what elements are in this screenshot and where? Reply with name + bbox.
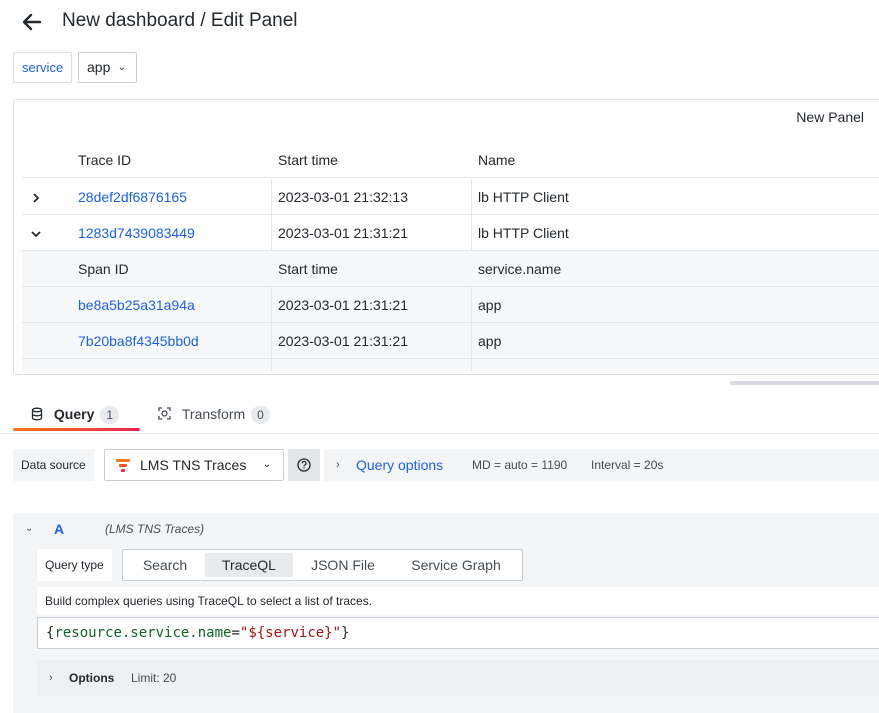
column-header-trace-id: Trace ID [78, 152, 132, 168]
span-table-header: Span ID Start time service.name [22, 251, 879, 287]
query-type-search[interactable]: Search [131, 553, 199, 577]
variable-value: app [87, 59, 111, 75]
span-start-time: 2023-03-01 21:31:21 [278, 333, 408, 349]
chevron-right-icon: › [336, 459, 340, 471]
database-icon [30, 406, 48, 422]
query-row-header[interactable]: ⌄ A (LMS TNS Traces) [13, 513, 879, 545]
panel-preview: New Panel Trace ID Start time Name 28def… [13, 99, 879, 375]
span-id-link[interactable]: be8a5b25a31a94a [78, 287, 195, 323]
query-type-label: Query type [37, 549, 112, 581]
trace-table-header: Trace ID Start time Name [22, 142, 879, 178]
options-limit: Limit: 20 [131, 671, 177, 685]
table-row: 28def2df6876165 2023-03-01 21:32:13 lb H… [22, 179, 879, 215]
column-header-span-start-time: Start time [278, 261, 338, 277]
chevron-down-icon: ⌄ [117, 62, 126, 73]
datasource-picker[interactable]: LMS TNS Traces ⌄ [104, 449, 284, 481]
table-row-partial [22, 359, 879, 371]
datasource-name: LMS TNS Traces [140, 457, 247, 473]
query-options-toggle[interactable]: › Query options MD = auto = 1190 Interva… [324, 449, 879, 481]
tab-transform-count: 0 [251, 406, 270, 424]
trace-start-time: 2023-03-01 21:31:21 [278, 225, 408, 241]
max-data-points: MD = auto = 1190 [472, 458, 568, 472]
active-tab-indicator [13, 428, 140, 431]
chevron-down-icon[interactable]: ⌄ [25, 513, 33, 545]
query-key: resource.service.name [54, 625, 232, 641]
datasource-label: Data source [13, 449, 94, 481]
query-type-radio-group: Search TraceQL JSON File Service Graph [122, 549, 523, 581]
question-circle-icon [297, 458, 311, 472]
column-header-service-name: service.name [478, 261, 562, 277]
tempo-logo-icon [115, 457, 131, 476]
query-type-service-graph[interactable]: Service Graph [395, 553, 517, 577]
trace-name: lb HTTP Client [478, 225, 569, 241]
chevron-right-icon: › [49, 672, 53, 684]
chevron-down-icon[interactable] [28, 215, 44, 251]
options-toggle[interactable]: › Options Limit: 20 [37, 660, 879, 696]
column-header-span-id: Span ID [78, 261, 129, 277]
column-header-name: Name [478, 152, 516, 168]
tab-query-count: 1 [100, 406, 120, 424]
page-title: New dashboard / Edit Panel [62, 10, 298, 31]
span-service-name: app [478, 333, 502, 349]
span-service-name: app [478, 297, 502, 313]
column-header-start-time: Start time [278, 152, 338, 168]
traceql-help-text: Build complex queries using TraceQL to s… [37, 587, 879, 615]
tab-transform[interactable]: Transform 0 [157, 398, 270, 431]
table-row: 7b20ba8f4345bb0d 2023-03-01 21:31:21 app [22, 323, 879, 359]
options-label: Options [69, 671, 115, 685]
datasource-help-button[interactable] [288, 449, 320, 481]
interval: Interval = 20s [591, 458, 664, 472]
back-arrow-icon[interactable] [20, 10, 44, 34]
variable-label-service: service [13, 52, 73, 83]
query-letter[interactable]: A [54, 513, 64, 545]
query-datasource: (LMS TNS Traces) [105, 522, 205, 536]
span-start-time: 2023-03-01 21:31:21 [278, 297, 408, 313]
span-id-link[interactable]: 7b20ba8f4345bb0d [78, 323, 199, 359]
panel-title: New Panel [796, 109, 864, 125]
variable-select-service[interactable]: app ⌄ [78, 52, 137, 83]
tab-query[interactable]: Query 1 [30, 398, 120, 431]
tab-query-label: Query [53, 406, 95, 422]
traceql-editor[interactable]: {resource.service.name="${service}"} [37, 617, 879, 649]
query-type-json-file[interactable]: JSON File [299, 553, 387, 577]
query-value: "${service}" [239, 625, 342, 641]
tab-transform-label: Transform [181, 406, 246, 422]
trace-id-link[interactable]: 28def2df6876165 [78, 179, 187, 215]
trace-start-time: 2023-03-01 21:32:13 [278, 189, 408, 205]
chevron-down-icon: ⌄ [262, 459, 271, 470]
horizontal-scrollbar[interactable] [730, 381, 879, 385]
editor-tabs: Query 1 Transform 0 [0, 398, 879, 434]
trace-name: lb HTTP Client [478, 189, 569, 205]
trace-id-link[interactable]: 1283d7439083449 [78, 215, 195, 251]
query-options-label: Query options [356, 457, 444, 473]
transform-icon [157, 406, 176, 422]
query-type-traceql[interactable]: TraceQL [205, 553, 293, 577]
table-row: be8a5b25a31a94a 2023-03-01 21:31:21 app [22, 287, 879, 323]
table-row: 1283d7439083449 2023-03-01 21:31:21 lb H… [22, 215, 879, 251]
chevron-right-icon[interactable] [28, 179, 44, 215]
